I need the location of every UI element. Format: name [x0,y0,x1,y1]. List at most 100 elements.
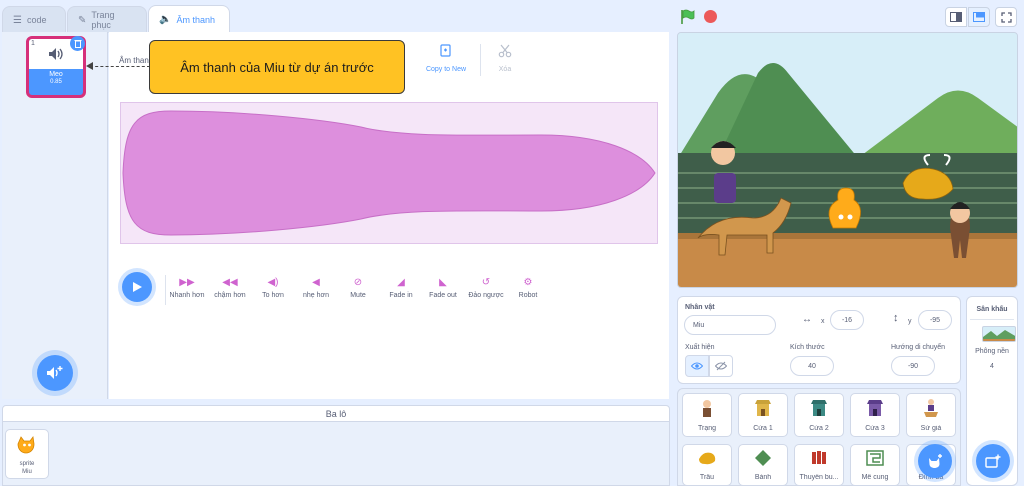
fullscreen-button[interactable] [995,7,1017,27]
callout-arrow [90,66,150,67]
sprite-tile[interactable]: Cửa 3 [850,393,900,437]
add-sprite-button[interactable] [918,444,952,478]
backpack-title: Ba lô [325,408,347,419]
scissors-icon [498,44,512,58]
eye-icon [691,362,703,370]
callout-text: Âm thanh của Miu từ dự án trước [180,59,374,75]
sprite-thumbnail [812,451,826,464]
sprite-name-input[interactable]: Miu [684,315,776,335]
sound-duration: 0.85 [50,79,62,85]
effect-mute-button[interactable]: ⊘ Mute [336,276,380,299]
sprite-thumbnail [866,450,884,466]
size-input[interactable]: 40 [790,356,834,376]
sprite-thumbnail [755,450,771,466]
stage-title: Sân khấu [976,306,1008,313]
toolbar-divider [480,44,481,76]
fade-in-icon: ◢ [397,277,405,288]
add-sprite-icon [929,454,942,468]
effect-fade-out-button[interactable]: ◣ Fade out [421,276,465,299]
y-arrow-icon: ↕ [893,312,899,324]
hide-sprite-button[interactable] [709,355,733,377]
code-icon: ☰ [13,14,22,26]
small-stage-icon [950,12,962,22]
sprite-tile[interactable]: Cửa 1 [738,393,788,437]
copy-to-new-button[interactable]: Copy to New [424,44,468,73]
sprite-thumbnail [924,399,938,417]
size-label: Kích thước [790,344,825,351]
delete-sound-button[interactable] [70,36,85,51]
green-flag-button[interactable] [680,9,696,30]
sprite-tile[interactable]: Bánh [738,444,788,486]
callout-annotation: Âm thanh của Miu từ dự án trước [149,40,405,94]
slower-icon: ◀◀ [222,277,238,288]
sound-name: Meo [49,71,63,78]
cat-sprite-thumbnail [17,435,35,454]
trash-icon [74,40,81,48]
small-stage-button[interactable] [945,7,967,27]
tab-costumes[interactable]: ✎ Trang phục [67,6,147,33]
waveform [122,110,656,236]
backpack-header[interactable]: Ba lô [2,405,670,422]
brush-icon: ✎ [78,14,87,26]
sprite-label: Nhân vật [685,304,715,311]
y-label: y [908,318,912,325]
copy-to-new-label: Copy to New [425,66,467,73]
show-sprite-button[interactable] [685,355,709,377]
play-button[interactable] [122,272,152,302]
effect-softer-button[interactable]: ◀ nhẹ hơn [294,276,338,299]
speaker-icon: 🔈 [159,14,172,25]
fullscreen-icon [1000,11,1012,23]
add-sound-button[interactable] [37,355,73,391]
softer-icon: ◀ [312,277,320,288]
direction-label: Hướng di chuyển [891,344,946,351]
green-flag-icon [681,9,695,24]
add-backdrop-icon [985,454,1001,468]
eye-off-icon [715,361,727,371]
sprite-thumbnail [811,400,827,416]
tab-code[interactable]: ☰ code [2,6,66,33]
sprite-tile[interactable]: Trạng [682,393,732,437]
tab-sounds-label: Âm thanh [176,14,215,25]
fade-out-icon: ◣ [439,277,447,288]
sprite-tile[interactable]: Mê cung [850,444,900,486]
tab-code-label: code [26,15,47,25]
effect-slower-button[interactable]: ◀◀ chậm hơn [208,276,252,299]
tab-sounds[interactable]: 🔈 Âm thanh [148,5,230,33]
copy-icon [440,44,451,57]
sprite-tile[interactable]: Cửa 2 [794,393,844,437]
tab-costumes-label: Trang phục [91,10,115,30]
waveform-area[interactable] [120,102,658,244]
effect-louder-button[interactable]: ◀) To hơn [251,276,295,299]
delete-label: Xóa [498,66,512,73]
backdrops-label: Phông nền [975,348,1009,355]
effect-robot-button[interactable]: ⚙ Robot [506,276,550,299]
sound-index: 1 [31,40,35,47]
sprite-tile[interactable]: Sứ giả [906,393,956,437]
backdrop-thumbnail[interactable] [982,326,1016,342]
effect-reverse-button[interactable]: ↺ Đảo ngược [464,276,508,299]
sprite-thumbnail [867,400,883,416]
effect-fade-in-button[interactable]: ◢ Fade in [379,276,423,299]
direction-input[interactable]: -90 [891,356,935,376]
add-backdrop-button[interactable] [976,444,1010,478]
robot-icon: ⚙ [523,277,533,288]
backpack-item[interactable]: sprite Miu [5,429,49,479]
speaker-icon [49,48,63,60]
y-input[interactable]: -95 [918,310,952,330]
sound-name-label: Âm than [119,56,149,65]
normal-stage-button[interactable] [968,7,990,27]
sprite-tile[interactable]: Thuyền bu... [794,444,844,486]
callout-arrowhead [86,62,93,70]
play-icon [133,282,142,292]
sprite-tile[interactable]: Trâu [682,444,732,486]
backdrops-count: 4 [990,363,994,370]
stop-button[interactable] [704,10,717,23]
delete-button[interactable]: Xóa [490,44,520,73]
backdrop-image [983,330,1015,341]
add-sound-icon [47,366,63,379]
x-input[interactable]: -16 [830,310,864,330]
x-label: x [821,318,825,325]
stage-scene [678,33,1017,287]
stage-canvas[interactable] [677,32,1018,288]
effect-faster-button[interactable]: ▶▶ Nhanh hơn [165,276,209,299]
